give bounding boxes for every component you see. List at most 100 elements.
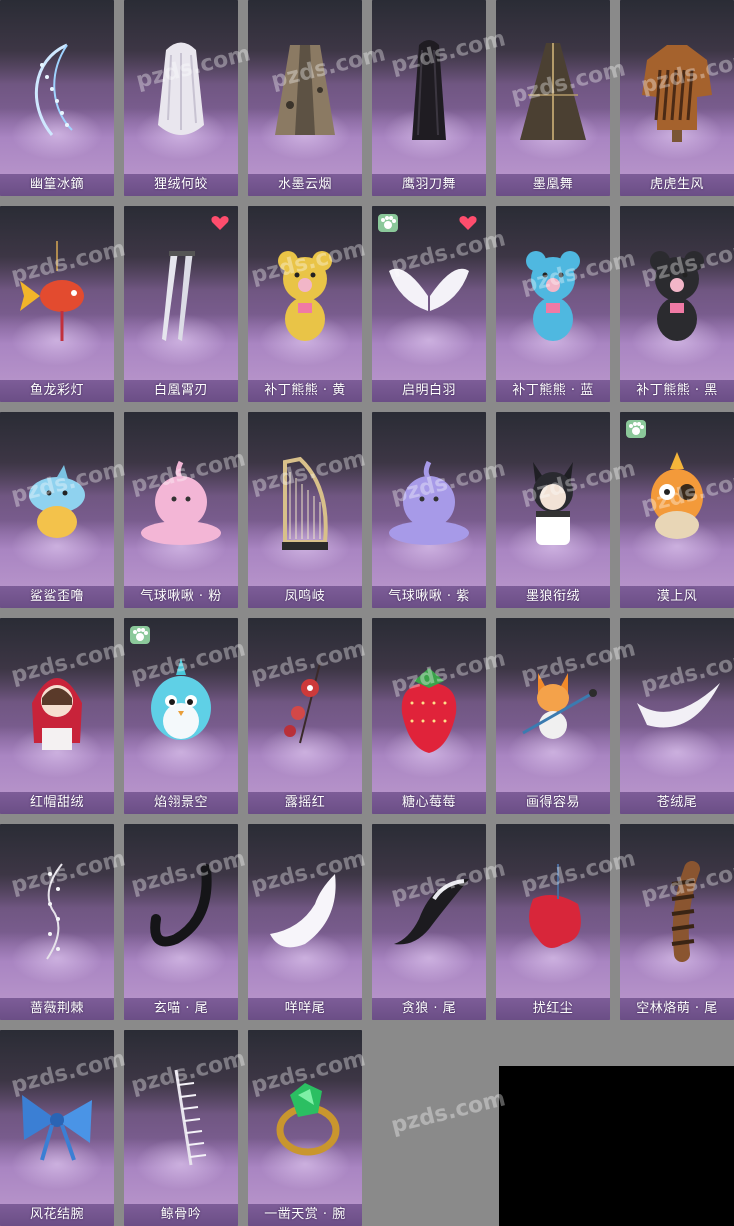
item-card[interactable]: 一凿天赏 · 腕 xyxy=(248,1030,362,1226)
item-name-label: 焰翎景空 xyxy=(124,792,238,814)
item-card[interactable]: 露摇红 xyxy=(248,618,362,814)
item-name-label: 补丁熊熊 · 黑 xyxy=(620,380,734,402)
black-bear-icon xyxy=(650,251,704,342)
white-hair-icon xyxy=(158,42,204,136)
item-card[interactable]: 补丁熊熊 · 蓝 xyxy=(496,206,610,402)
white-tail-icon xyxy=(637,683,720,728)
bone-charm-icon xyxy=(174,1069,207,1166)
item-name-label: 气球啾啾 · 粉 xyxy=(124,586,238,608)
item-card[interactable]: 水墨云烟 xyxy=(248,0,362,196)
ink-robe-icon xyxy=(275,45,335,136)
item-card[interactable]: 红帽甜绒 xyxy=(0,618,114,814)
item-card[interactable]: 风花结腕 xyxy=(0,1030,114,1226)
item-name-label: 画得容易 xyxy=(496,792,610,814)
twin-blades-icon xyxy=(162,251,195,342)
item-name-label: 鱼龙彩灯 xyxy=(0,380,114,402)
wolf-tail-icon xyxy=(394,879,469,945)
pet-paw-icon xyxy=(130,626,150,644)
black-hair-icon xyxy=(412,40,446,141)
item-name-label: 咩咩尾 xyxy=(248,998,362,1020)
item-card[interactable]: 鲨鲨歪噜 xyxy=(0,412,114,608)
favorite-heart-icon xyxy=(458,214,478,232)
item-name-label: 鲨鲨歪噜 xyxy=(0,586,114,608)
redacted-area xyxy=(499,1066,734,1226)
item-name-label: 补丁熊熊 · 蓝 xyxy=(496,380,610,402)
raccoon-tail-icon xyxy=(671,861,700,963)
item-name-label: 虎虎生风 xyxy=(620,174,734,196)
shark-pet-icon xyxy=(29,465,85,539)
item-card[interactable]: 墨狼衔绒 xyxy=(496,412,610,608)
item-name-label: 白凰霄刃 xyxy=(124,380,238,402)
fluffy-tail-icon xyxy=(270,874,336,948)
red-hood-doll-icon xyxy=(32,678,82,751)
item-card[interactable]: 扰红尘 xyxy=(496,824,610,1020)
item-card[interactable]: 鱼龙彩灯 xyxy=(0,206,114,402)
item-card[interactable]: 贪狼 · 尾 xyxy=(372,824,486,1020)
item-name-label: 鹰羽刀舞 xyxy=(372,174,486,196)
item-card[interactable]: 白凰霄刃 xyxy=(124,206,238,402)
blue-bird-pet-icon xyxy=(151,658,211,741)
item-name-label: 漠上风 xyxy=(620,586,734,608)
item-card[interactable]: 补丁熊熊 · 黄 xyxy=(248,206,362,402)
blue-bow-icon xyxy=(22,1095,92,1161)
item-card[interactable]: 苍绒尾 xyxy=(620,618,734,814)
item-card[interactable]: 虎虎生风 xyxy=(620,0,734,196)
item-card[interactable]: 补丁熊熊 · 黑 xyxy=(620,206,734,402)
item-name-label: 幽篁冰鏑 xyxy=(0,174,114,196)
item-card[interactable]: 漠上风 xyxy=(620,412,734,608)
wolf-doll-icon xyxy=(533,462,573,546)
item-name-label: 糖心莓莓 xyxy=(372,792,486,814)
item-card[interactable]: 玄喵 · 尾 xyxy=(124,824,238,1020)
fish-lantern-icon xyxy=(20,241,84,342)
item-name-label: 墨狼衔绒 xyxy=(496,586,610,608)
yellow-bear-icon xyxy=(278,251,332,342)
item-card[interactable]: 凤鸣岐 xyxy=(248,412,362,608)
red-ornament-icon xyxy=(284,662,321,744)
item-card[interactable]: 狸绒何皎 xyxy=(124,0,238,196)
item-card[interactable]: 空林烙萌 · 尾 xyxy=(620,824,734,1020)
pet-paw-icon xyxy=(626,420,646,438)
strawberry-icon xyxy=(401,668,457,754)
tiger-coat-icon xyxy=(642,45,712,143)
emerald-ring-icon xyxy=(276,1083,340,1156)
item-name-label: 墨凰舞 xyxy=(496,174,610,196)
item-card[interactable]: 画得容易 xyxy=(496,618,610,814)
item-name-label: 红帽甜绒 xyxy=(0,792,114,814)
item-card[interactable]: 墨凰舞 xyxy=(496,0,610,196)
fox-brush-icon xyxy=(522,673,597,740)
pet-paw-icon xyxy=(378,214,398,232)
item-name-label: 风花结腕 xyxy=(0,1204,114,1226)
item-card[interactable]: 焰翎景空 xyxy=(124,618,238,814)
item-name-label: 空林烙萌 · 尾 xyxy=(620,998,734,1020)
owl-pet-icon xyxy=(651,452,703,540)
pink-slime-icon xyxy=(141,461,221,546)
item-name-label: 凤鸣岐 xyxy=(248,586,362,608)
item-card[interactable]: 气球啾啾 · 紫 xyxy=(372,412,486,608)
item-grid: 幽篁冰鏑 狸绒何皎 水墨云烟 鹰羽刀舞 墨凰舞 虎虎生风鱼龙彩灯 白凰霄刃 补丁熊熊 · 黄启… xyxy=(0,0,734,1226)
item-card[interactable]: 鲸骨吟 xyxy=(124,1030,238,1226)
favorite-heart-icon xyxy=(210,214,230,232)
item-card[interactable]: 气球啾啾 · 粉 xyxy=(124,412,238,608)
harp-icon xyxy=(282,456,328,551)
purple-slime-icon xyxy=(389,461,469,546)
thorn-vine-icon xyxy=(46,863,63,960)
item-name-label: 苍绒尾 xyxy=(620,792,734,814)
item-card[interactable]: 咩咩尾 xyxy=(248,824,362,1020)
item-name-label: 露摇红 xyxy=(248,792,362,814)
red-cloth-icon xyxy=(529,864,581,949)
item-card[interactable]: 糖心莓莓 xyxy=(372,618,486,814)
item-name-label: 贪狼 · 尾 xyxy=(372,998,486,1020)
ice-bow-icon xyxy=(34,43,73,137)
item-name-label: 气球啾啾 · 紫 xyxy=(372,586,486,608)
item-card[interactable]: 启明白羽 xyxy=(372,206,486,402)
item-name-label: 鲸骨吟 xyxy=(124,1204,238,1226)
item-name-label: 蔷薇荆棘 xyxy=(0,998,114,1020)
item-card[interactable]: 幽篁冰鏑 xyxy=(0,0,114,196)
item-name-label: 狸绒何皎 xyxy=(124,174,238,196)
item-name-label: 启明白羽 xyxy=(372,380,486,402)
item-card[interactable]: 鹰羽刀舞 xyxy=(372,0,486,196)
item-name-label: 玄喵 · 尾 xyxy=(124,998,238,1020)
item-card[interactable]: 蔷薇荆棘 xyxy=(0,824,114,1020)
dark-gown-icon xyxy=(520,43,586,141)
item-name-label: 水墨云烟 xyxy=(248,174,362,196)
